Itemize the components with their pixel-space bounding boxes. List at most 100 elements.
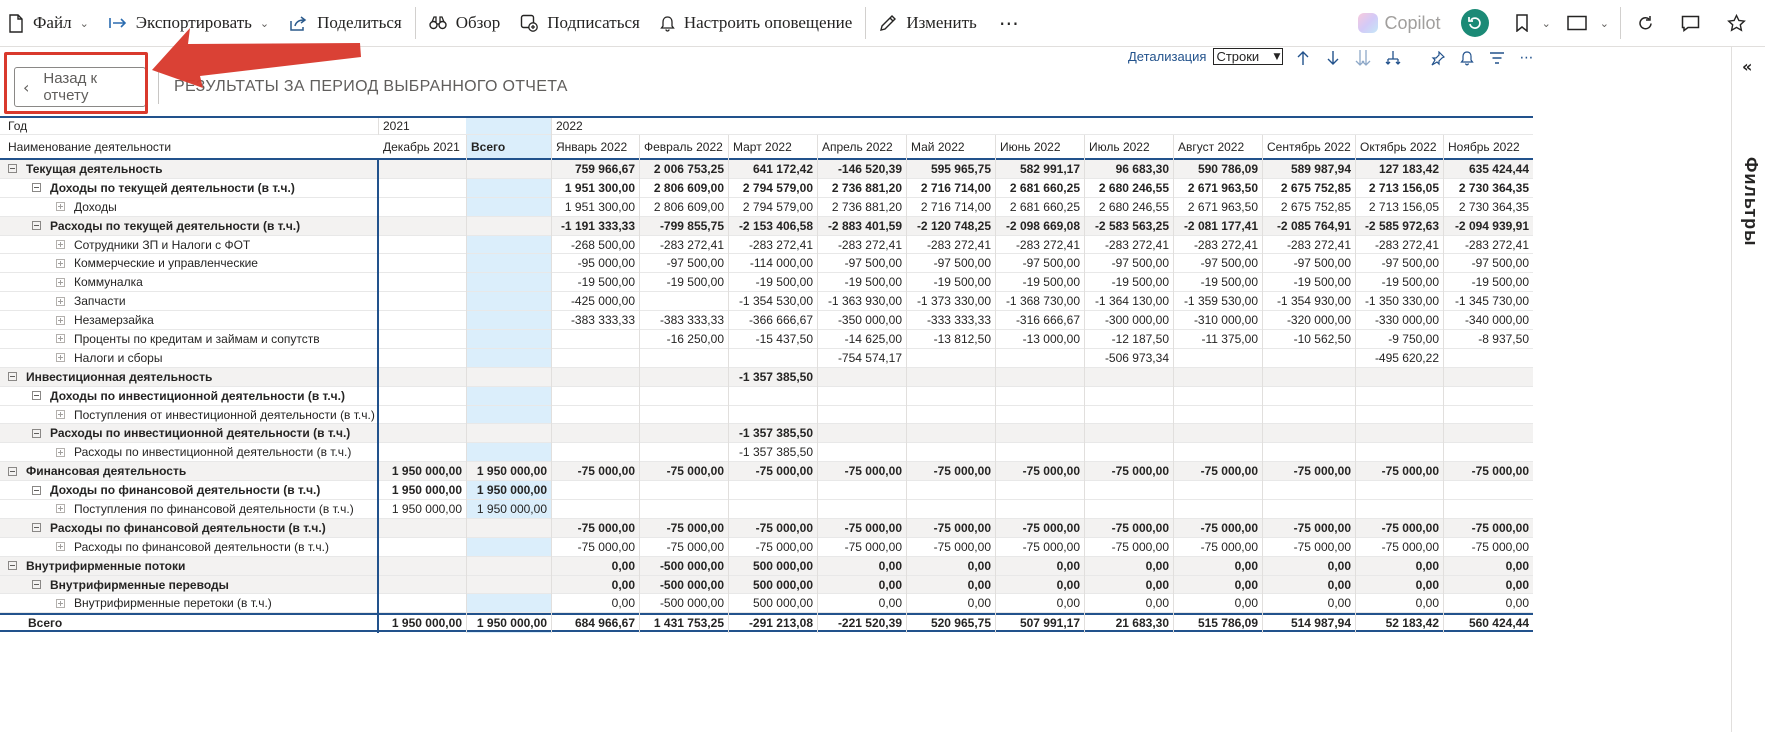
matrix-cell[interactable]: 2 794 579,00: [728, 179, 817, 197]
matrix-cell[interactable]: [378, 406, 466, 424]
drilldown-select[interactable]: Строки ▼: [1213, 48, 1284, 65]
matrix-cell[interactable]: 0,00: [551, 576, 639, 594]
matrix-cell[interactable]: 1 431 753,25: [639, 615, 728, 630]
matrix-cell[interactable]: [1173, 443, 1262, 461]
matrix-cell[interactable]: [1443, 406, 1533, 424]
matrix-cell[interactable]: 1 950 000,00: [378, 462, 466, 480]
matrix-cell[interactable]: [906, 500, 995, 518]
matrix-cell[interactable]: -13 000,00: [995, 330, 1084, 348]
matrix-cell[interactable]: -97 500,00: [1355, 254, 1443, 272]
matrix-cell[interactable]: [1443, 443, 1533, 461]
column-header[interactable]: Июнь 2022: [995, 135, 1084, 158]
matrix-cell[interactable]: [466, 349, 551, 367]
matrix-cell[interactable]: 52 183,42: [1355, 615, 1443, 630]
matrix-cell[interactable]: [639, 387, 728, 405]
matrix-cell[interactable]: -2 081 177,41: [1173, 217, 1262, 235]
matrix-cell[interactable]: [466, 406, 551, 424]
matrix-cell[interactable]: [906, 387, 995, 405]
matrix-cell[interactable]: [378, 519, 466, 537]
matrix-cell[interactable]: [378, 254, 466, 272]
expand-plus-icon[interactable]: [56, 598, 65, 608]
matrix-cell[interactable]: [1262, 443, 1355, 461]
matrix-cell[interactable]: -97 500,00: [1173, 254, 1262, 272]
column-header[interactable]: Октябрь 2022: [1355, 135, 1443, 158]
matrix-cell[interactable]: 2 806 609,00: [639, 198, 728, 216]
matrix-cell[interactable]: -75 000,00: [1443, 519, 1533, 537]
matrix-cell[interactable]: -799 855,75: [639, 217, 728, 235]
matrix-cell[interactable]: [1262, 481, 1355, 499]
collapse-minus-icon[interactable]: [32, 580, 41, 590]
matrix-cell[interactable]: -1 357 385,50: [728, 424, 817, 442]
matrix-cell[interactable]: [466, 160, 551, 178]
matrix-cell[interactable]: [1084, 443, 1173, 461]
matrix-cell[interactable]: [378, 594, 466, 612]
matrix-cell[interactable]: -320 000,00: [1262, 311, 1355, 329]
matrix-cell[interactable]: -13 812,50: [906, 330, 995, 348]
matrix-cell[interactable]: -19 500,00: [817, 273, 906, 291]
matrix-cell[interactable]: 1 950 000,00: [466, 500, 551, 518]
matrix-cell[interactable]: -1 373 330,00: [906, 292, 995, 310]
matrix-cell[interactable]: [906, 481, 995, 499]
matrix-cell[interactable]: [995, 424, 1084, 442]
matrix-cell[interactable]: [378, 273, 466, 291]
bookmark-menu[interactable]: ⌄: [1511, 0, 1555, 46]
matrix-cell[interactable]: [466, 519, 551, 537]
matrix-cell[interactable]: 0,00: [906, 594, 995, 612]
matrix-cell[interactable]: 515 786,09: [1173, 615, 1262, 630]
matrix-cell[interactable]: 2 716 714,00: [906, 198, 995, 216]
matrix-cell[interactable]: [995, 500, 1084, 518]
matrix-cell[interactable]: -2 094 939,91: [1443, 217, 1533, 235]
matrix-cell[interactable]: -11 375,00: [1173, 330, 1262, 348]
matrix-cell[interactable]: -2 098 669,08: [995, 217, 1084, 235]
matrix-cell[interactable]: [1173, 424, 1262, 442]
matrix-cell[interactable]: -19 500,00: [728, 273, 817, 291]
matrix-cell[interactable]: [639, 500, 728, 518]
matrix-cell[interactable]: -95 000,00: [551, 254, 639, 272]
edit-button[interactable]: Изменить: [873, 0, 982, 46]
matrix-cell[interactable]: -310 000,00: [1173, 311, 1262, 329]
expand-plus-icon[interactable]: [56, 542, 65, 552]
matrix-cell[interactable]: -2 583 563,25: [1084, 217, 1173, 235]
favorite-button[interactable]: [1718, 0, 1765, 46]
matrix-cell[interactable]: -283 272,41: [1443, 236, 1533, 254]
matrix-cell[interactable]: -75 000,00: [1173, 519, 1262, 537]
matrix-cell[interactable]: [639, 406, 728, 424]
matrix-cell[interactable]: -283 272,41: [1262, 236, 1355, 254]
matrix-cell[interactable]: [995, 481, 1084, 499]
matrix-cell[interactable]: -19 500,00: [1084, 273, 1173, 291]
drill-down-button[interactable]: [1318, 50, 1348, 66]
matrix-cell[interactable]: [1443, 481, 1533, 499]
matrix-cell[interactable]: [1443, 368, 1533, 386]
collapse-minus-icon[interactable]: [32, 391, 41, 401]
matrix-cell[interactable]: [466, 273, 551, 291]
matrix-cell[interactable]: -75 000,00: [1355, 462, 1443, 480]
matrix-cell[interactable]: [551, 349, 639, 367]
matrix-cell[interactable]: [817, 424, 906, 442]
matrix-cell[interactable]: [466, 576, 551, 594]
copilot-button[interactable]: Copilot: [1357, 13, 1441, 34]
matrix-cell[interactable]: -75 000,00: [1443, 462, 1533, 480]
matrix-cell[interactable]: -330 000,00: [1355, 311, 1443, 329]
matrix-cell[interactable]: 759 966,67: [551, 160, 639, 178]
matrix-cell[interactable]: -12 187,50: [1084, 330, 1173, 348]
collapse-minus-icon[interactable]: [8, 561, 17, 571]
matrix-cell[interactable]: 641 172,42: [728, 160, 817, 178]
matrix-cell[interactable]: [995, 368, 1084, 386]
matrix-cell[interactable]: [1262, 424, 1355, 442]
matrix-cell[interactable]: -75 000,00: [639, 462, 728, 480]
matrix-cell[interactable]: [817, 368, 906, 386]
expand-plus-icon[interactable]: [56, 504, 65, 514]
matrix-cell[interactable]: [817, 500, 906, 518]
matrix-cell[interactable]: -1 357 385,50: [728, 368, 817, 386]
collapse-minus-icon[interactable]: [32, 183, 41, 193]
matrix-cell[interactable]: 0,00: [1443, 576, 1533, 594]
matrix-cell[interactable]: [466, 236, 551, 254]
matrix-cell[interactable]: [817, 481, 906, 499]
matrix-cell[interactable]: [1355, 406, 1443, 424]
matrix-cell[interactable]: -97 500,00: [817, 254, 906, 272]
activity-name-header[interactable]: Наименование деятельности: [3, 135, 363, 158]
matrix-cell[interactable]: [906, 406, 995, 424]
expand-plus-icon[interactable]: [56, 240, 65, 249]
matrix-cell[interactable]: [1173, 406, 1262, 424]
matrix-cell[interactable]: -75 000,00: [728, 538, 817, 556]
